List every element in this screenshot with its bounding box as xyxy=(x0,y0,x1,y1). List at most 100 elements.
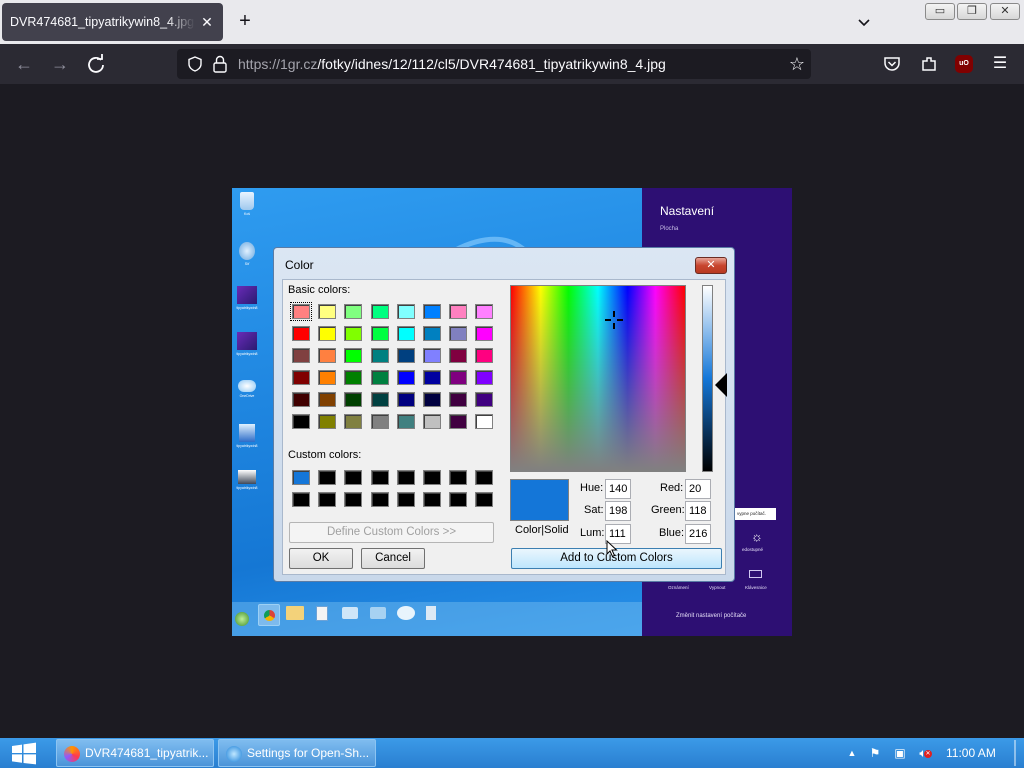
back-button[interactable]: ← xyxy=(12,52,36,76)
basic-color-swatch[interactable] xyxy=(449,414,468,429)
basic-color-swatch[interactable] xyxy=(396,392,415,407)
basic-color-swatch[interactable] xyxy=(423,370,441,385)
ublock-icon[interactable]: uO xyxy=(955,55,973,73)
pocket-icon[interactable] xyxy=(883,56,901,72)
show-hidden-icons-chevron-icon[interactable]: ▲ xyxy=(843,744,861,762)
cancel-button[interactable]: Cancel xyxy=(361,548,425,569)
basic-color-swatch[interactable] xyxy=(449,370,468,385)
red-input[interactable]: 20 xyxy=(685,479,711,499)
basic-color-swatch[interactable] xyxy=(396,414,415,429)
show-desktop-button[interactable] xyxy=(1014,740,1016,766)
basic-color-swatch[interactable] xyxy=(475,370,494,385)
basic-color-swatch[interactable] xyxy=(475,414,494,429)
desktop-icon-shortcut[interactable]: tipyatrikywin8 xyxy=(232,286,262,310)
lock-icon[interactable] xyxy=(212,55,228,73)
basic-color-swatch[interactable] xyxy=(396,304,415,319)
basic-color-swatch[interactable] xyxy=(318,348,337,363)
basic-color-swatch[interactable] xyxy=(396,348,415,363)
custom-color-swatch[interactable] xyxy=(423,492,441,507)
custom-color-swatch[interactable] xyxy=(370,470,389,485)
custom-color-swatch[interactable] xyxy=(344,470,363,485)
basic-color-swatch[interactable] xyxy=(370,304,389,319)
custom-color-swatch[interactable] xyxy=(423,470,441,485)
taskbar-firefox-button[interactable]: DVR474681_tipyatrik... xyxy=(56,739,214,767)
luminosity-bar[interactable] xyxy=(702,285,713,472)
keyboard-icon[interactable] xyxy=(749,570,762,578)
basic-color-swatch[interactable] xyxy=(344,392,363,407)
action-center-flag-icon[interactable]: ⚑ xyxy=(866,744,884,762)
color-spectrum[interactable] xyxy=(510,285,686,472)
desktop-icon-shortcut[interactable]: tipyatrikywin8 xyxy=(232,424,262,448)
basic-color-swatch[interactable] xyxy=(370,370,389,385)
custom-color-swatch[interactable] xyxy=(449,470,468,485)
new-tab-button[interactable]: + xyxy=(233,10,257,34)
dialog-close-button[interactable]: ✕ xyxy=(695,257,727,274)
charm-keyboard-label[interactable]: Klávesnice xyxy=(745,585,767,590)
hue-input[interactable]: 140 xyxy=(605,479,631,499)
basic-color-swatch[interactable] xyxy=(370,414,389,429)
basic-color-swatch[interactable] xyxy=(318,392,337,407)
basic-color-swatch[interactable] xyxy=(396,370,415,385)
close-window-button[interactable]: ✕ xyxy=(990,3,1020,20)
custom-color-swatch[interactable] xyxy=(396,470,415,485)
desktop-icon-onedrive[interactable]: OneDrive xyxy=(232,376,262,398)
desktop-icon-recycle-bin[interactable]: Koš xyxy=(232,192,262,216)
custom-color-swatch[interactable] xyxy=(344,492,363,507)
brightness-icon[interactable]: ☼ xyxy=(746,529,768,545)
hamburger-menu-icon[interactable]: ☰ xyxy=(988,52,1012,76)
basic-color-swatch[interactable] xyxy=(423,414,441,429)
basic-color-swatch[interactable] xyxy=(449,326,468,341)
basic-color-swatch[interactable] xyxy=(292,392,310,407)
basic-color-swatch[interactable] xyxy=(370,392,389,407)
shield-icon[interactable] xyxy=(187,56,203,72)
clock[interactable]: 11:00 AM xyxy=(946,746,996,760)
taskbar-open-shell-button[interactable]: Settings for Open-Sh... xyxy=(218,739,376,767)
ok-button[interactable]: OK xyxy=(289,548,353,569)
minimize-button[interactable]: ▭ xyxy=(925,3,955,20)
basic-color-swatch[interactable] xyxy=(292,326,310,341)
charm-power-label[interactable]: Vypnout xyxy=(709,585,725,590)
basic-color-swatch[interactable] xyxy=(475,392,494,407)
basic-color-swatch[interactable] xyxy=(475,348,494,363)
bookmark-star-icon[interactable]: ☆ xyxy=(786,53,808,75)
luminosity-slider-arrow[interactable] xyxy=(715,373,727,397)
custom-color-swatch[interactable] xyxy=(292,470,310,485)
basic-color-swatch[interactable] xyxy=(449,392,468,407)
custom-color-swatch[interactable] xyxy=(370,492,389,507)
basic-color-swatch[interactable] xyxy=(449,348,468,363)
blue-input[interactable]: 216 xyxy=(685,524,711,544)
sat-input[interactable]: 198 xyxy=(605,501,631,521)
basic-color-swatch[interactable] xyxy=(290,302,312,321)
tab-active[interactable]: DVR474681_tipyatrikywin8_4.jpg (JPEG Ima… xyxy=(2,3,223,41)
desktop-icon-network[interactable]: Síť xyxy=(232,242,262,266)
basic-color-swatch[interactable] xyxy=(318,414,337,429)
basic-color-swatch[interactable] xyxy=(292,370,310,385)
basic-color-swatch[interactable] xyxy=(423,348,441,363)
basic-color-swatch[interactable] xyxy=(292,414,310,429)
desktop-icon-shortcut[interactable]: tipyatrikywin8 xyxy=(232,332,262,356)
restore-button[interactable]: ❐ xyxy=(957,3,987,20)
custom-color-swatch[interactable] xyxy=(292,492,310,507)
basic-color-swatch[interactable] xyxy=(423,304,441,319)
extensions-puzzle-icon[interactable] xyxy=(920,55,938,73)
define-custom-colors-button[interactable]: Define Custom Colors >> xyxy=(289,522,494,543)
basic-color-swatch[interactable] xyxy=(344,348,363,363)
custom-color-swatch[interactable] xyxy=(318,470,337,485)
address-bar[interactable]: https://1gr.cz/fotky/idnes/12/112/cl5/DV… xyxy=(177,49,811,79)
custom-color-swatch[interactable] xyxy=(449,492,468,507)
basic-color-swatch[interactable] xyxy=(318,326,337,341)
basic-color-swatch[interactable] xyxy=(292,348,310,363)
basic-color-swatch[interactable] xyxy=(449,304,468,319)
list-all-tabs-button[interactable] xyxy=(852,10,876,34)
custom-color-swatch[interactable] xyxy=(318,492,337,507)
forward-button[interactable]: → xyxy=(48,52,72,76)
basic-color-swatch[interactable] xyxy=(344,414,363,429)
custom-color-swatch[interactable] xyxy=(396,492,415,507)
basic-color-swatch[interactable] xyxy=(344,370,363,385)
close-tab-icon[interactable]: ✕ xyxy=(199,14,215,30)
basic-color-swatch[interactable] xyxy=(475,326,494,341)
basic-color-swatch[interactable] xyxy=(318,370,337,385)
charm-notifications-label[interactable]: Oznámení xyxy=(668,585,689,590)
custom-color-swatch[interactable] xyxy=(475,470,494,485)
basic-color-swatch[interactable] xyxy=(344,326,363,341)
